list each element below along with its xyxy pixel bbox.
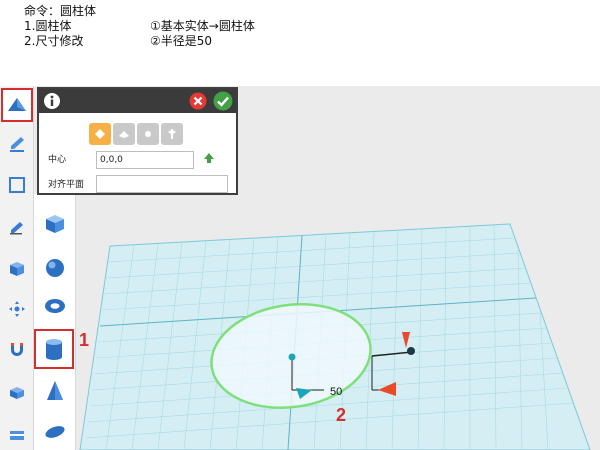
cube-icon xyxy=(46,215,64,233)
align-plane-input[interactable] xyxy=(96,175,228,193)
placement-mode-group xyxy=(89,123,183,145)
group-cube-icon xyxy=(10,387,24,399)
radius-value-label[interactable]: 50 xyxy=(330,386,342,399)
cone-icon xyxy=(47,381,63,400)
dialog-title-bar xyxy=(39,89,236,113)
sphere-icon xyxy=(46,259,64,277)
combine-tool[interactable] xyxy=(4,256,30,282)
mode-diamond-icon xyxy=(95,129,105,139)
shape-ellipsoid[interactable] xyxy=(38,414,72,450)
center-input[interactable]: 0,0,0 xyxy=(96,151,194,169)
step-2-label: 2.尺寸修改 xyxy=(24,34,84,48)
cylinder-properties-dialog: 中心 0,0,0 对齐平面 xyxy=(37,87,238,195)
torus-icon xyxy=(45,299,65,313)
step-1-label: 1.圆柱体 xyxy=(24,19,72,33)
shape-cone[interactable] xyxy=(38,374,72,410)
edit-pencil-icon xyxy=(10,222,23,235)
edit-tool[interactable] xyxy=(4,214,30,240)
step-1-detail: ①基本实体→圆柱体 xyxy=(150,19,255,33)
mode-button-3[interactable] xyxy=(137,123,159,145)
group-tool[interactable] xyxy=(4,380,30,406)
sketch-square-icon xyxy=(9,177,25,193)
sketch-rect-tool[interactable] xyxy=(4,172,30,198)
center-handle[interactable] xyxy=(288,353,296,361)
mode-axis-icon xyxy=(168,129,176,139)
move-tool[interactable] xyxy=(4,296,30,322)
confirm-check-icon[interactable] xyxy=(213,91,233,111)
cancel-icon[interactable] xyxy=(189,92,207,110)
mode-button-1[interactable] xyxy=(89,123,111,145)
mode-button-2[interactable] xyxy=(113,123,135,145)
pick-point-icon[interactable] xyxy=(203,152,215,164)
combine-cube-icon xyxy=(10,262,24,276)
center-label: 中心 xyxy=(48,155,67,165)
mode-dot-icon xyxy=(145,131,151,137)
magnet-tool[interactable] xyxy=(4,336,30,362)
instruction-header: 命令：圆柱体 1.圆柱体 ①基本实体→圆柱体 2.尺寸修改 ②半径是50 xyxy=(0,0,600,86)
left-toolbar xyxy=(0,86,34,450)
basic-shapes-tool[interactable] xyxy=(1,88,33,122)
cylinder-icon xyxy=(46,339,62,360)
basic-shapes-icon xyxy=(8,98,26,111)
shape-cylinder[interactable] xyxy=(34,329,74,369)
command-title: 命令：圆柱体 xyxy=(24,4,97,18)
shape-panel xyxy=(34,194,76,450)
step-marker-2: 2 xyxy=(336,405,347,425)
magnet-icon xyxy=(11,343,23,356)
mode-button-4[interactable] xyxy=(161,123,183,145)
shape-sphere[interactable] xyxy=(38,250,72,286)
shape-torus[interactable] xyxy=(38,288,72,324)
sketch-pen-icon xyxy=(10,137,24,152)
corner-handle[interactable] xyxy=(407,347,415,355)
move-arrows-icon xyxy=(9,301,25,317)
align-plane-label: 对齐平面 xyxy=(48,180,85,190)
layer-box-icon xyxy=(10,431,24,440)
ellipsoid-icon xyxy=(45,426,65,438)
shape-cube[interactable] xyxy=(38,206,72,242)
layer-tool[interactable] xyxy=(4,422,30,448)
sketch-tool[interactable] xyxy=(4,132,30,158)
mode-plane-icon xyxy=(119,131,129,138)
info-icon[interactable] xyxy=(43,92,61,110)
step-2-detail: ②半径是50 xyxy=(150,34,213,48)
step-marker-1: 1 xyxy=(79,330,90,350)
